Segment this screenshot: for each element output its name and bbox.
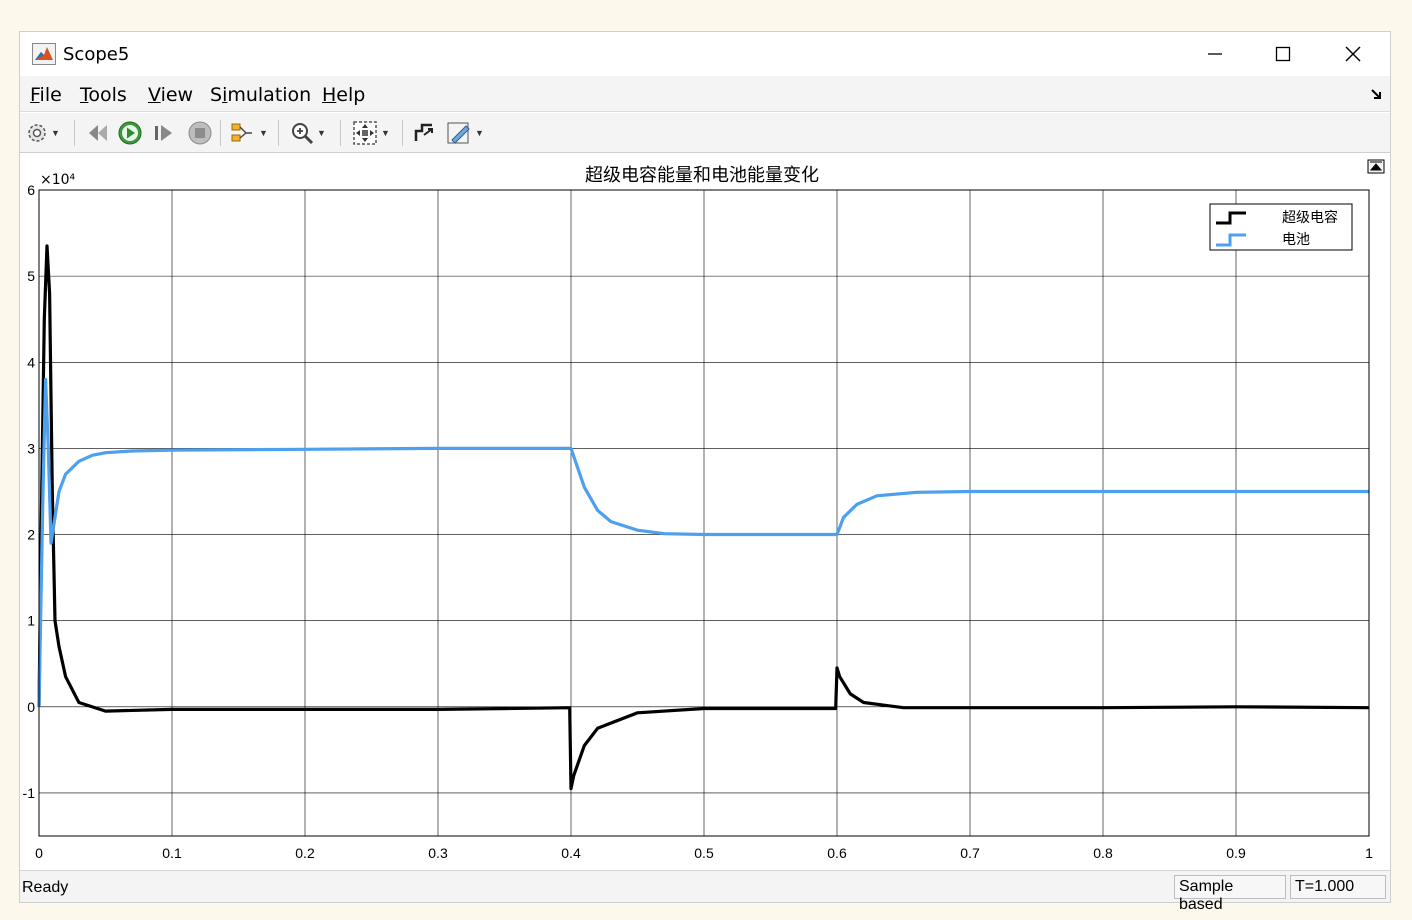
step-forward-icon bbox=[155, 125, 172, 141]
menu-view[interactable]: View bbox=[148, 84, 193, 106]
x-tick-label: 0.1 bbox=[162, 845, 182, 861]
toolbar-separator bbox=[74, 120, 75, 146]
autoscale-icon bbox=[353, 121, 377, 145]
stop-button[interactable] bbox=[188, 119, 212, 147]
menu-simulation[interactable]: Simulation bbox=[210, 84, 311, 106]
status-bar: Ready Sample based T=1.000 bbox=[20, 870, 1390, 913]
cursor-measure-button[interactable] bbox=[412, 119, 436, 147]
y-tick-label: -1 bbox=[23, 785, 36, 801]
step-back-button[interactable] bbox=[86, 119, 110, 147]
x-tick-label: 0.9 bbox=[1226, 845, 1246, 861]
sample-mode: Sample based bbox=[1174, 875, 1286, 913]
title-bar[interactable]: Scope5 bbox=[20, 32, 1390, 76]
close-icon bbox=[1345, 46, 1361, 62]
toolbar-separator bbox=[402, 120, 403, 146]
toolbar: ▼ ▼ ▼ ▼ ▼ bbox=[20, 113, 1390, 153]
signal-selector-icon bbox=[231, 123, 252, 142]
undock-arrow-icon[interactable] bbox=[1370, 88, 1382, 100]
cursor-measure-icon bbox=[414, 123, 433, 141]
minimize-button[interactable] bbox=[1192, 38, 1238, 70]
scope-window: Scope5 File Tools View Simulation Help ▼ bbox=[19, 31, 1391, 913]
style-button[interactable]: ▼ bbox=[446, 119, 484, 147]
menu-help[interactable]: Help bbox=[322, 84, 365, 106]
y-tick-label: 4 bbox=[27, 354, 35, 370]
autoscale-button[interactable]: ▼ bbox=[352, 119, 390, 147]
window-title: Scope5 bbox=[63, 44, 130, 65]
minimize-icon bbox=[1208, 53, 1222, 55]
y-tick-label: 3 bbox=[27, 440, 35, 456]
x-tick-label: 0.6 bbox=[827, 845, 847, 861]
signal-selector-button[interactable]: ▼ bbox=[230, 119, 268, 147]
zoom-in-icon bbox=[292, 123, 314, 145]
close-button[interactable] bbox=[1330, 38, 1376, 70]
tick-labels: 0 0.1 0.2 0.3 0.4 0.5 0.6 0.7 0.8 0.9 1 -1 0 1 2 3 4 5 6 bbox=[23, 182, 1374, 861]
x-tick-label: 0.7 bbox=[960, 845, 980, 861]
status-ready: Ready bbox=[22, 879, 69, 896]
menu-file[interactable]: File bbox=[30, 84, 62, 106]
y-exponent-label: ×10⁴ bbox=[40, 172, 76, 188]
settings-button[interactable]: ▼ bbox=[26, 119, 60, 147]
grid-lines bbox=[38, 189, 1370, 836]
x-tick-label: 0.8 bbox=[1093, 845, 1113, 861]
x-tick-label: 0.5 bbox=[694, 845, 714, 861]
style-icon bbox=[447, 122, 470, 144]
menu-bar: File Tools View Simulation Help bbox=[20, 76, 1390, 112]
x-tick-label: 0.2 bbox=[295, 845, 315, 861]
step-back-icon bbox=[89, 125, 107, 141]
x-tick-label: 0.3 bbox=[428, 845, 448, 861]
y-tick-label: 1 bbox=[27, 613, 35, 629]
x-tick-label: 1 bbox=[1365, 845, 1373, 861]
settings-icon bbox=[28, 124, 46, 142]
y-tick-label: 0 bbox=[27, 699, 35, 715]
y-tick-label: 5 bbox=[27, 268, 35, 284]
maximize-icon bbox=[1275, 46, 1291, 62]
legend-label: 电池 bbox=[1282, 232, 1310, 248]
y-tick-label: 2 bbox=[27, 527, 35, 543]
toolbar-separator bbox=[340, 120, 341, 146]
legend-label: 超级电容 bbox=[1282, 209, 1338, 226]
zoom-button[interactable]: ▼ bbox=[290, 119, 326, 147]
run-button[interactable] bbox=[118, 119, 142, 147]
matlab-icon bbox=[32, 43, 56, 65]
run-icon bbox=[118, 121, 142, 145]
x-tick-label: 0.4 bbox=[561, 845, 581, 861]
step-forward-button[interactable] bbox=[152, 119, 176, 147]
maximize-button[interactable] bbox=[1260, 38, 1306, 70]
menu-tools[interactable]: Tools bbox=[80, 84, 127, 106]
legend: 超级电容电池 bbox=[1209, 203, 1353, 251]
stop-icon bbox=[188, 121, 212, 145]
toolbar-separator bbox=[278, 120, 279, 146]
y-tick-label: 6 bbox=[27, 182, 35, 198]
sim-time: T=1.000 bbox=[1290, 875, 1386, 899]
toolbar-separator bbox=[220, 120, 221, 146]
plot-area[interactable]: 0 0.1 0.2 0.3 0.4 0.5 0.6 0.7 0.8 0.9 1 -1 0 1 2 3 4 5 6 超… bbox=[20, 154, 1390, 866]
scope-plot[interactable]: 0 0.1 0.2 0.3 0.4 0.5 0.6 0.7 0.8 0.9 1 -1 0 1 2 3 4 5 6 超… bbox=[20, 154, 1392, 866]
legend-expand-button[interactable] bbox=[1367, 159, 1385, 174]
chart-title: 超级电容能量和电池能量变化 bbox=[585, 165, 819, 186]
x-tick-label: 0 bbox=[35, 845, 43, 861]
